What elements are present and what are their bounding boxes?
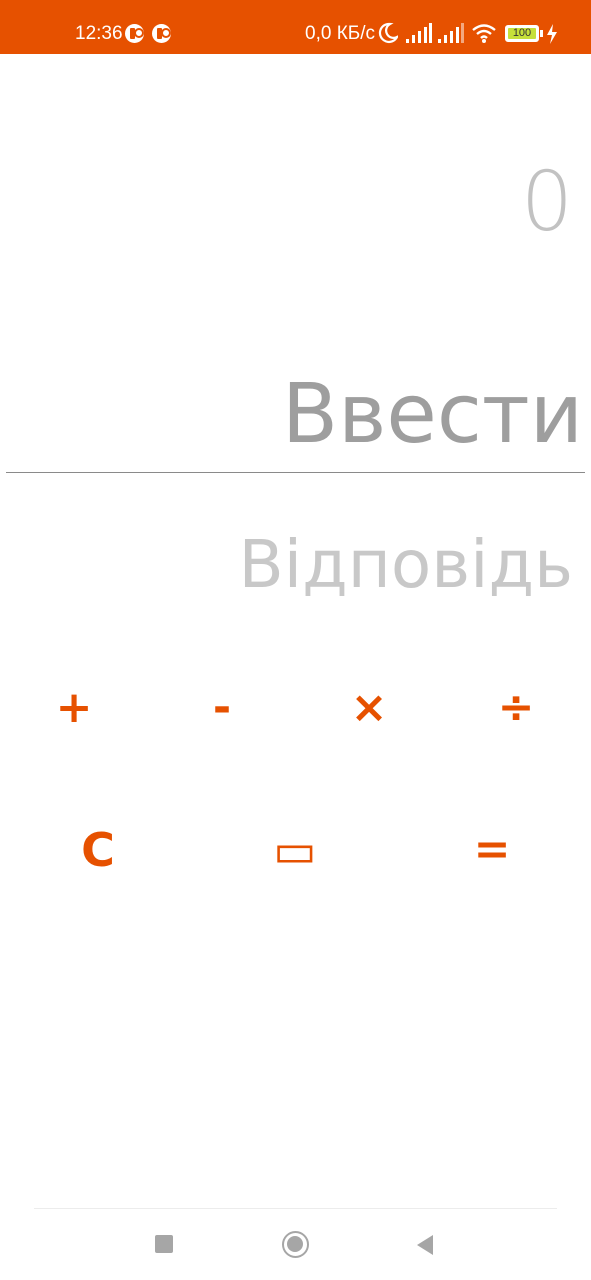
divide-button[interactable]: ÷ — [486, 678, 546, 738]
square-recents-icon[interactable] — [155, 1235, 173, 1253]
battery-level: 100 — [508, 28, 536, 39]
clear-button[interactable]: C — [68, 818, 128, 882]
minus-button[interactable]: - — [192, 678, 252, 738]
notification-badge-icon — [125, 24, 144, 43]
signal-icon — [438, 23, 464, 43]
plus-button[interactable]: + — [44, 678, 104, 738]
battery-icon: 100 — [505, 25, 539, 42]
charging-bolt-icon — [547, 24, 557, 44]
signal-icon — [406, 23, 432, 43]
equals-button[interactable]: = — [462, 818, 522, 882]
wifi-icon — [472, 24, 496, 43]
status-time: 12:36 — [75, 23, 123, 44]
nav-bar-divider — [34, 1208, 557, 1209]
circle-home-icon[interactable] — [282, 1231, 309, 1258]
status-bar: 12:36 0,0 КБ/с 100 — [0, 0, 591, 54]
rectangle-button[interactable]: ▭ — [265, 818, 325, 882]
answer-label: Відповідь — [238, 526, 573, 603]
moon-icon — [378, 22, 398, 44]
notification-badge-icon — [152, 24, 171, 43]
home-inner-dot — [287, 1236, 303, 1252]
multiply-button[interactable]: × — [339, 678, 399, 738]
expression-input[interactable] — [23, 364, 583, 464]
current-value-display: 0 — [520, 155, 573, 250]
triangle-back-icon[interactable] — [415, 1234, 435, 1256]
network-speed: 0,0 КБ/с — [305, 23, 376, 44]
battery-cap — [540, 30, 543, 37]
input-divider — [6, 472, 585, 473]
